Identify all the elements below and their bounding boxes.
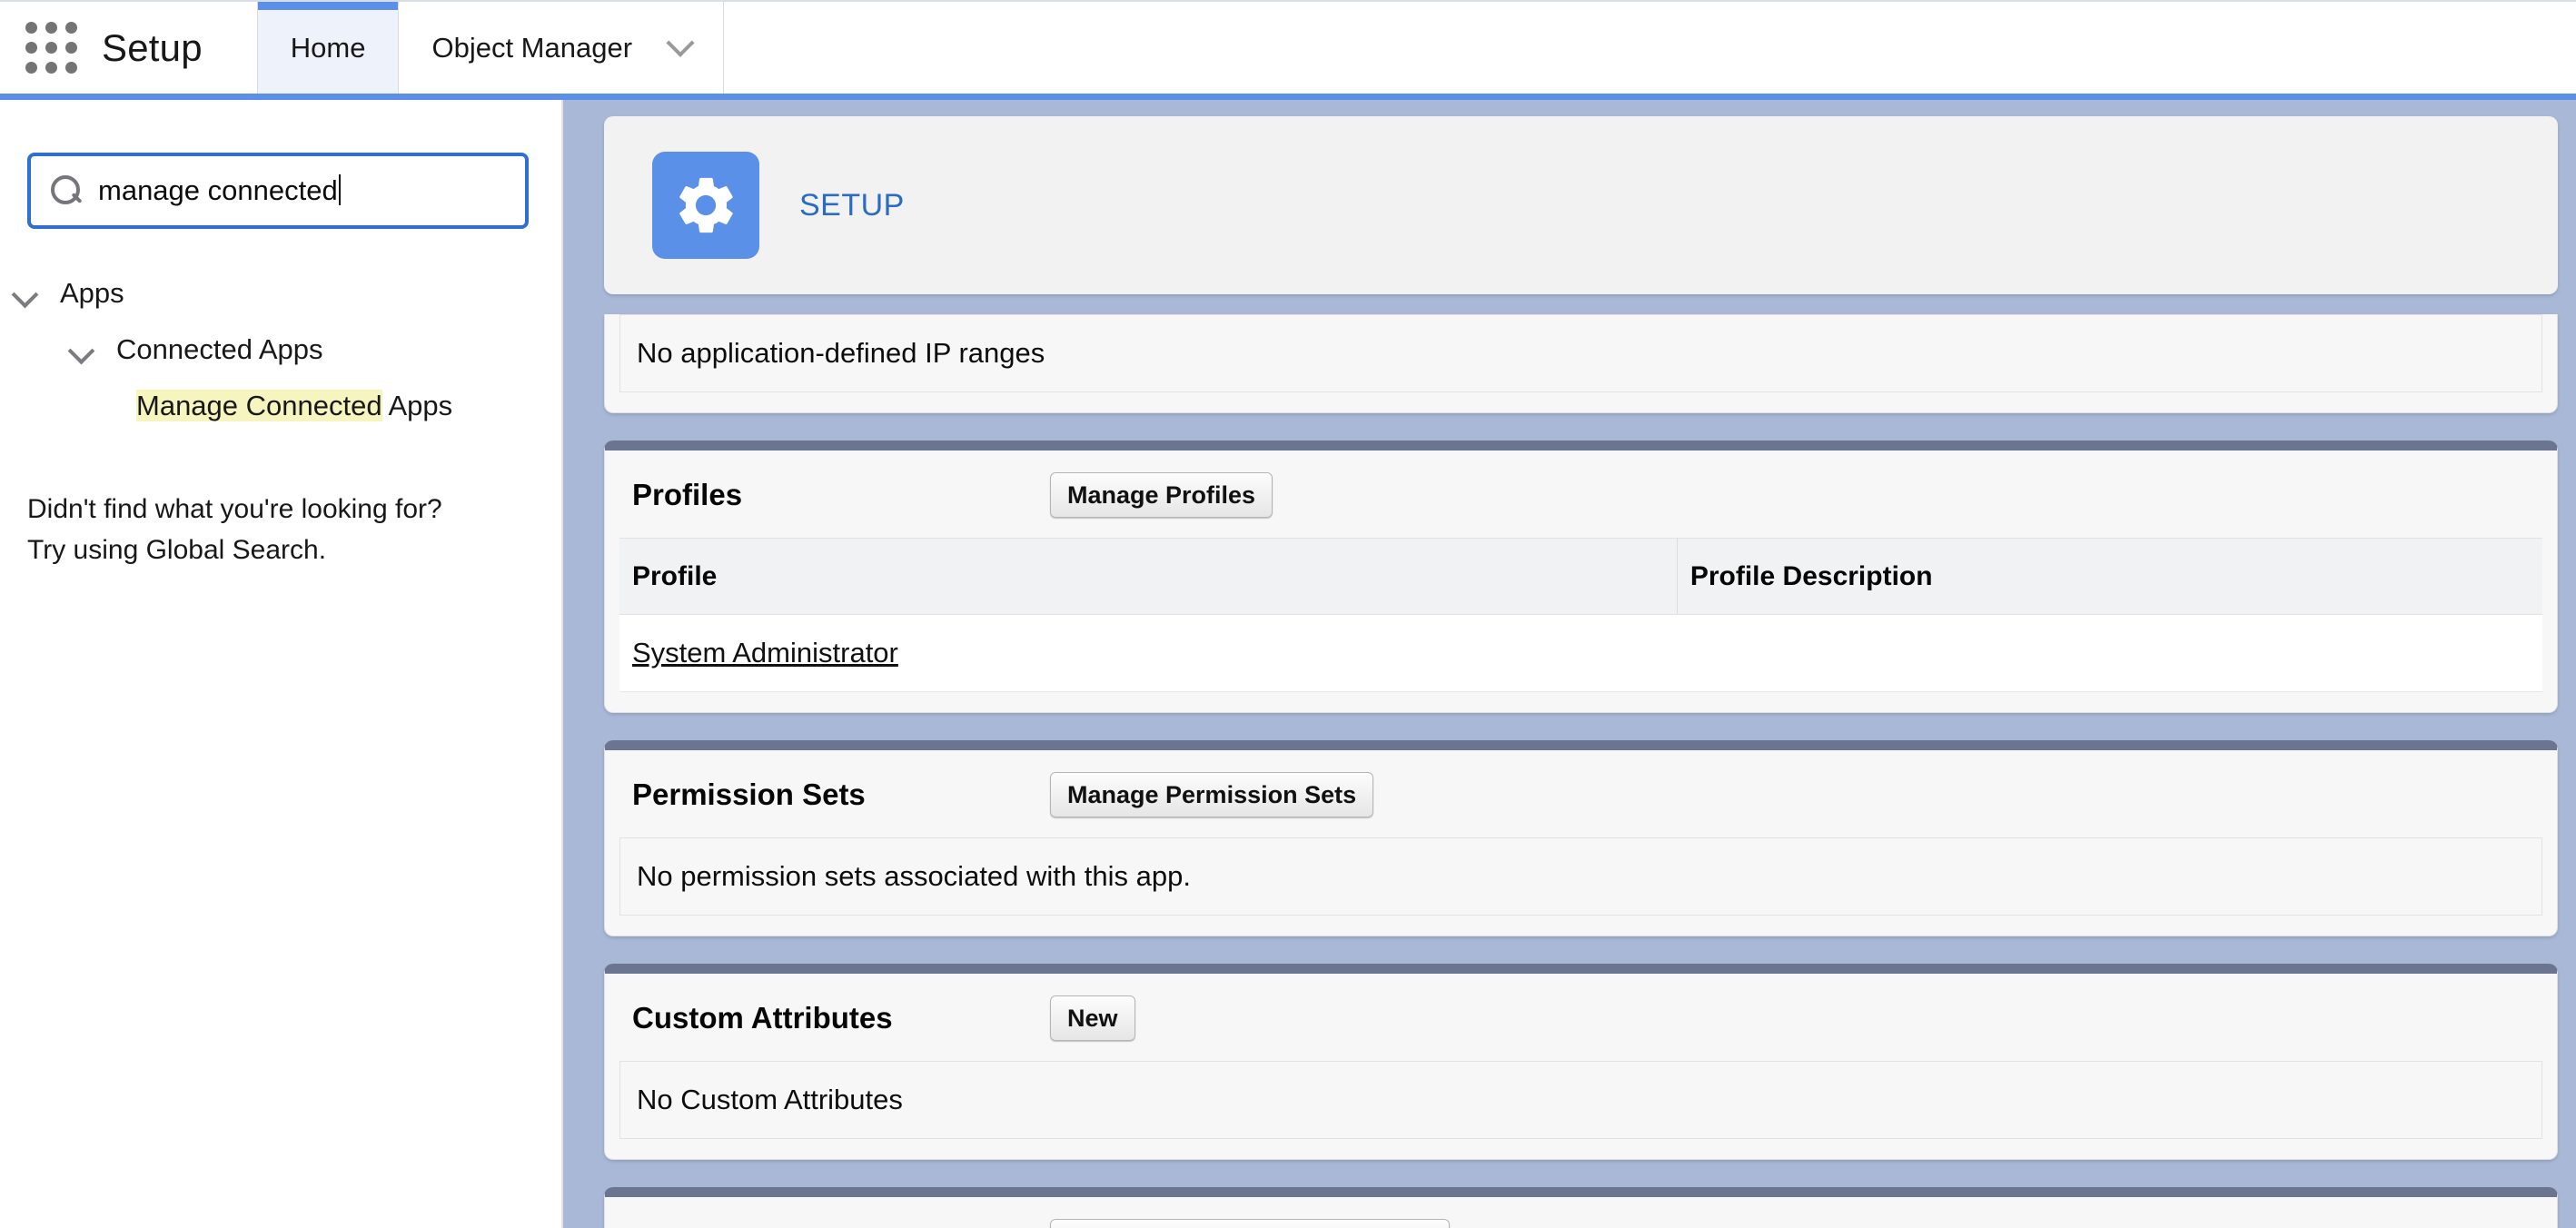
app-name-label: Setup — [102, 25, 203, 69]
panel-custom-attributes-empty: No Custom Attributes — [619, 1061, 2542, 1139]
cell-profile-description — [1677, 614, 2542, 692]
tree-node-apps-label: Apps — [60, 277, 124, 309]
profiles-table: Profile Profile Description System Admin… — [619, 538, 2542, 692]
tree-item-manage-connected-apps-label: Manage Connected Apps — [136, 390, 452, 422]
tree-node-connected-apps-label: Connected Apps — [116, 333, 323, 365]
search-input-value: manage connected — [98, 174, 338, 206]
column-header-profile-description: Profile Description — [1676, 538, 2542, 615]
table-header-row: Profile Profile Description — [619, 538, 2542, 615]
tab-home[interactable]: Home — [256, 2, 400, 94]
manage-oauth-custom-scopes-button[interactable]: Manage OAuth Custom Scopes — [1050, 1219, 1451, 1228]
chevron-down-icon[interactable] — [13, 280, 40, 307]
search-input[interactable]: manage connected — [98, 174, 341, 207]
setup-page: Setup Home Object Manager manage connect… — [0, 0, 2576, 1228]
app-launcher-button[interactable] — [0, 2, 102, 94]
panel-profiles-header: Profiles Manage Profiles — [605, 451, 2557, 538]
search-icon — [51, 175, 82, 206]
panel-custom-attributes: Custom Attributes New No Custom Attribut… — [604, 964, 2558, 1160]
panel-oauth-custom-scopes-title: OAuth Custom Scopes — [632, 1224, 1050, 1228]
sidebar-help-line-2: Try using Global Search. — [27, 535, 327, 565]
tab-object-manager-label: Object Manager — [431, 31, 633, 64]
tab-object-manager[interactable]: Object Manager — [399, 2, 725, 94]
app-launcher-grid-icon — [25, 22, 77, 74]
global-header: Setup Home Object Manager — [0, 0, 2576, 100]
page-title: SETUP — [799, 187, 905, 223]
panel-ip-ranges-empty: No application-defined IP ranges — [619, 314, 2542, 392]
panel-oauth-custom-scopes: OAuth Custom Scopes Manage OAuth Custom … — [604, 1187, 2558, 1228]
panel-ip-ranges: No application-defined IP ranges — [604, 314, 2558, 413]
table-row: System Administrator — [619, 614, 2542, 692]
panel-permission-sets-empty: No permission sets associated with this … — [619, 837, 2542, 916]
panel-profiles-title: Profiles — [632, 478, 743, 511]
search-match-rest: Apps — [381, 390, 453, 421]
text-cursor — [338, 174, 341, 205]
panel-permission-sets: Permission Sets Manage Permission Sets N… — [604, 740, 2558, 936]
tree-node-apps[interactable]: Apps — [0, 265, 563, 322]
panel-custom-attributes-title: Custom Attributes — [632, 1001, 893, 1035]
tab-home-label: Home — [290, 31, 366, 64]
setup-sidebar: manage connected Apps Connected Apps Man… — [0, 100, 563, 1228]
sidebar-help-text: Didn't find what you're looking for? Try… — [27, 489, 563, 570]
manage-profiles-button[interactable]: Manage Profiles — [1050, 472, 1273, 518]
panel-profiles: Profiles Manage Profiles Profile Profile… — [604, 441, 2558, 713]
nav-tabs: Home Object Manager — [256, 2, 725, 94]
setup-hero-card: SETUP — [604, 116, 2558, 294]
panel-oauth-custom-scopes-header: OAuth Custom Scopes Manage OAuth Custom … — [605, 1197, 2557, 1228]
chevron-down-icon[interactable] — [69, 336, 96, 363]
detail-panels: No application-defined IP ranges Profile… — [563, 314, 2576, 1228]
panel-custom-attributes-header: Custom Attributes New — [605, 974, 2557, 1061]
tree-item-manage-connected-apps[interactable]: Manage Connected Apps — [0, 378, 563, 434]
main-content: SETUP No application-defined IP ranges P… — [563, 100, 2576, 1228]
panel-permission-sets-title: Permission Sets — [632, 777, 866, 811]
search-results-tree: Apps Connected Apps Manage Connected App… — [0, 265, 563, 434]
column-header-profile: Profile — [619, 538, 1678, 615]
cell-profile: System Administrator — [619, 614, 1678, 692]
quick-find-search[interactable]: manage connected — [27, 153, 529, 229]
sidebar-help-line-1: Didn't find what you're looking for? — [27, 494, 442, 524]
panel-permission-sets-header: Permission Sets Manage Permission Sets — [605, 750, 2557, 837]
chevron-down-icon — [666, 28, 695, 57]
profile-link[interactable]: System Administrator — [632, 637, 898, 668]
tree-node-connected-apps[interactable]: Connected Apps — [0, 322, 563, 378]
new-custom-attribute-button[interactable]: New — [1050, 995, 1135, 1041]
manage-permission-sets-button[interactable]: Manage Permission Sets — [1050, 772, 1374, 817]
gear-icon — [652, 152, 759, 259]
search-match-highlight: Manage Connected — [136, 390, 382, 421]
